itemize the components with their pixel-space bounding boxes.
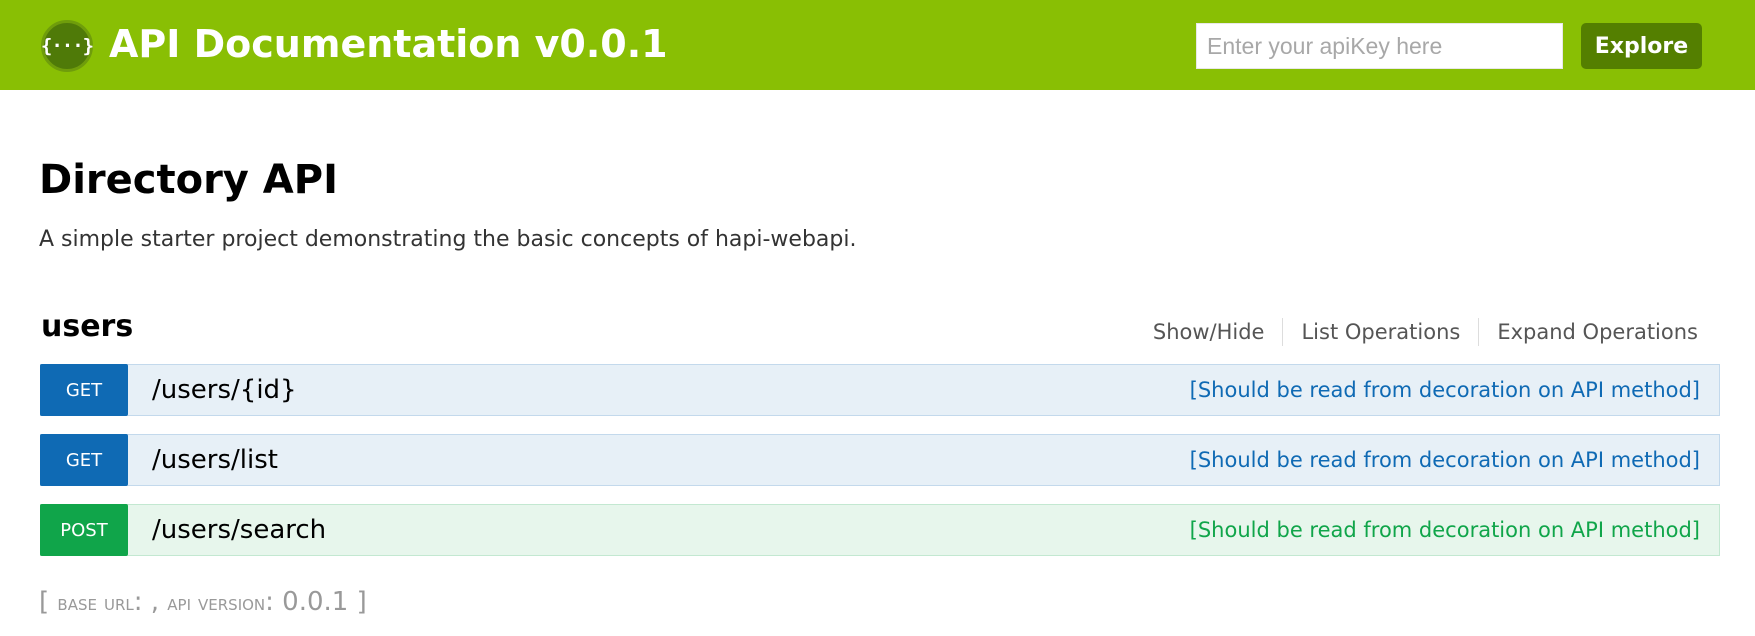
close-bracket: ] <box>356 587 367 617</box>
method-badge-post[interactable]: POST <box>40 504 128 556</box>
explore-button[interactable]: Explore <box>1581 23 1702 69</box>
top-header: {···} API Documentation v0.0.1 Explore <box>0 0 1755 90</box>
base-url-info: [ base url: , api version: 0.0.1 ] <box>39 585 367 621</box>
resource-name-users[interactable]: users <box>41 306 133 348</box>
swagger-logo-icon[interactable]: {···} <box>41 20 94 72</box>
operation-row-get-users-list[interactable]: GET /users/list [Should be read from dec… <box>40 434 1720 486</box>
base-url-value: : , <box>133 587 160 617</box>
resource-links: Show/Hide List Operations Expand Operati… <box>1153 318 1698 346</box>
method-badge-get[interactable]: GET <box>40 434 128 486</box>
operation-row-post-users-search[interactable]: POST /users/search [Should be read from … <box>40 504 1720 556</box>
api-description: A simple starter project demonstrating t… <box>39 227 857 252</box>
list-operations-link[interactable]: List Operations <box>1282 318 1478 346</box>
page-title: Directory API <box>39 157 338 203</box>
method-badge-get[interactable]: GET <box>40 364 128 416</box>
api-version-value: : 0.0.1 <box>265 587 349 617</box>
operation-summary[interactable]: [Should be read from decoration on API m… <box>1190 518 1700 542</box>
base-url-label: base url <box>57 591 134 616</box>
operation-summary[interactable]: [Should be read from decoration on API m… <box>1190 378 1700 402</box>
open-bracket: [ <box>39 587 50 617</box>
operation-path[interactable]: /users/{id} <box>152 375 297 405</box>
operation-path[interactable]: /users/list <box>152 445 278 475</box>
operation-path[interactable]: /users/search <box>152 515 326 545</box>
app-title[interactable]: API Documentation v0.0.1 <box>109 18 668 70</box>
api-version-label: api version <box>167 591 266 616</box>
show-hide-link[interactable]: Show/Hide <box>1153 318 1283 346</box>
apikey-input[interactable] <box>1196 23 1563 69</box>
operation-summary[interactable]: [Should be read from decoration on API m… <box>1190 448 1700 472</box>
expand-operations-link[interactable]: Expand Operations <box>1478 318 1698 346</box>
operation-row-get-user-by-id[interactable]: GET /users/{id} [Should be read from dec… <box>40 364 1720 416</box>
